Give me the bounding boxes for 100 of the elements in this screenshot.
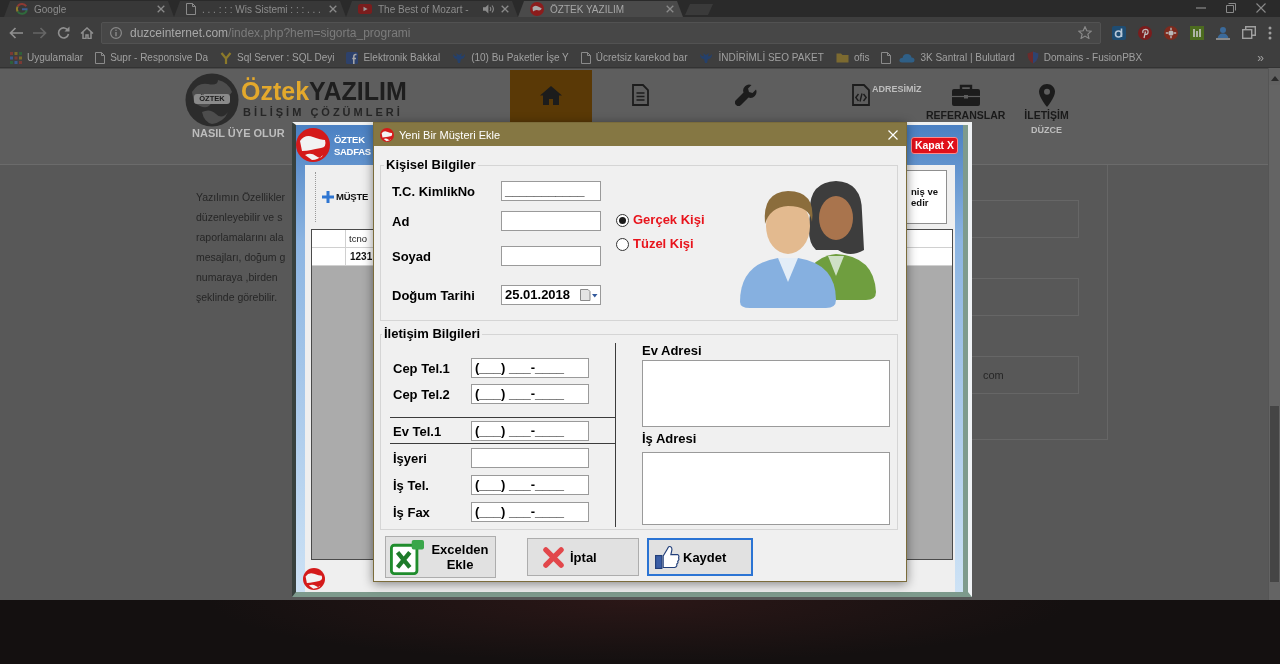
group-title: Kişisel Bilgiler — [385, 158, 477, 172]
bookmark-item[interactable]: Supr - Responsive Da — [95, 49, 208, 66]
page-icon[interactable] — [881, 51, 892, 64]
radio-button[interactable] — [616, 237, 629, 251]
column-header[interactable]: tcno — [346, 230, 367, 247]
menu-icon[interactable] — [1268, 25, 1272, 40]
input-field[interactable]: (___) ___-____ — [471, 421, 589, 441]
plus-icon — [322, 190, 334, 203]
input-field[interactable] — [501, 211, 601, 231]
emblem-icon — [452, 51, 467, 64]
dialog-button[interactable]: Excelden Ekle — [385, 536, 496, 578]
app-title-text: ÖZTEK — [334, 133, 366, 145]
scroll-up-icon[interactable] — [1270, 76, 1279, 81]
person-icon[interactable] — [1216, 25, 1230, 40]
page-icon — [186, 3, 196, 15]
input-field[interactable] — [501, 246, 601, 266]
notice-text: NASIL ÜYE OLUR — [192, 127, 285, 139]
info-icon[interactable] — [110, 26, 122, 39]
app-title-text: SADFAS — [334, 145, 371, 157]
field-label: Ad — [392, 213, 411, 229]
more-bookmarks-button[interactable]: » — [1257, 50, 1264, 65]
bookmark-item[interactable]: Ücretsiz karekod bar — [580, 49, 688, 66]
input-field[interactable]: (___) ___-____ — [471, 502, 589, 522]
field-label: Cep Tel.2 — [392, 386, 451, 402]
close-button[interactable] — [888, 129, 898, 140]
close-icon[interactable] — [329, 5, 337, 13]
wrench-icon — [735, 84, 757, 106]
text-area[interactable] — [642, 452, 890, 525]
code-file-icon — [852, 84, 870, 106]
bookmark-item[interactable]: İNDİRİMLİ SEO PAKET — [699, 49, 824, 66]
field-label: Doğum Tarihi — [392, 287, 476, 303]
field-label: Cep Tel.1 — [392, 360, 451, 376]
excel-icon — [390, 539, 424, 575]
emblem-icon — [699, 51, 714, 64]
add-customer-button[interactable]: MÜŞTE — [322, 190, 369, 203]
input-field[interactable]: ___________ — [501, 181, 601, 201]
field-label: Ev Adresi — [642, 343, 702, 358]
calendar-dropdown-icon[interactable] — [580, 289, 598, 301]
people-icon — [738, 178, 878, 308]
bars-square-icon[interactable] — [1190, 25, 1204, 40]
logo-brand-text: Öztek — [241, 77, 310, 105]
window-icon[interactable] — [1242, 26, 1256, 39]
scrollbar-thumb[interactable] — [1270, 406, 1279, 582]
nav-item[interactable]: REFERANSLAR — [926, 70, 1006, 122]
input-field[interactable] — [471, 448, 589, 468]
field-label: Ev Tel.1 — [392, 423, 443, 439]
forward-icon[interactable] — [33, 26, 47, 39]
group-title: İletişim Bilgileri — [383, 327, 482, 341]
speaker-icon[interactable] — [483, 4, 495, 14]
bookmark-item[interactable]: Elektronik Bakkal — [346, 49, 441, 66]
reload-icon[interactable] — [57, 26, 70, 39]
bookmark-item[interactable]: ofis — [835, 49, 870, 66]
bookmark-item[interactable]: Uygulamalar — [10, 49, 84, 66]
text-area[interactable] — [642, 360, 890, 427]
home-icon[interactable] — [80, 26, 94, 39]
radio-button[interactable] — [616, 213, 629, 227]
input-field[interactable]: (___) ___-____ — [471, 475, 589, 495]
square-logo-icon[interactable] — [1112, 25, 1126, 40]
star-icon[interactable] — [1078, 26, 1092, 39]
field-label: T.C. KimlikNo — [392, 183, 477, 199]
round-badge-icon[interactable] — [1164, 25, 1178, 40]
date-field[interactable]: 25.01.2018 — [501, 285, 601, 305]
close-icon[interactable] — [666, 5, 674, 13]
map-pin-icon — [1038, 83, 1055, 107]
field-label: İş Adresi — [642, 431, 697, 446]
nav-item[interactable]: İLETİŞİM DÜZCE — [1024, 70, 1069, 135]
logo-tagline: BİLİŞİM ÇÖZÜMLERİ — [243, 105, 404, 119]
cloud-icon — [899, 52, 916, 63]
bookmark-item[interactable]: 3K Santral | Bulutlard — [899, 49, 1015, 66]
close-icon[interactable] — [501, 5, 509, 13]
radio-label[interactable]: Gerçek Kişi — [633, 213, 705, 227]
close-icon[interactable] — [1256, 3, 1266, 13]
nav-item[interactable] — [510, 70, 592, 122]
bookmark-item[interactable]: Sql Server : SQL Deyi — [219, 49, 335, 66]
apps-grid-icon — [10, 51, 22, 64]
fork-icon — [219, 51, 232, 64]
play-icon — [358, 4, 372, 14]
note-text: niş ve edir — [911, 185, 938, 208]
browser-tab[interactable]: . . . : : : Wis Sistemi : : : . . . — [174, 1, 346, 17]
back-icon[interactable] — [9, 26, 23, 39]
page-icon — [95, 51, 106, 64]
briefcase-icon — [951, 84, 980, 106]
input-field[interactable]: (___) ___-____ — [471, 384, 589, 404]
radio-label[interactable]: Tüzel Kişi — [633, 237, 694, 251]
table-cell-text: 1231 — [349, 250, 373, 264]
restore-icon[interactable] — [1226, 3, 1236, 13]
dialog-button[interactable]: İptal — [527, 538, 639, 576]
dialog-button[interactable]: Kaydet — [647, 538, 753, 576]
browser-tab[interactable]: Google — [4, 1, 174, 17]
globe-logo-icon — [530, 2, 544, 16]
bookmark-item[interactable]: Domains - FusionPBX — [1026, 49, 1143, 66]
circle-logo-icon[interactable] — [1138, 25, 1152, 40]
close-icon[interactable] — [157, 5, 165, 13]
input-field[interactable]: (___) ___-____ — [471, 358, 589, 378]
browser-tab[interactable]: The Best of Mozart - — [346, 1, 518, 17]
bookmark-item[interactable]: (10) Bu Paketler İşe Y — [452, 49, 569, 66]
browser-tab[interactable]: ÖZTEK YAZILIM — [518, 1, 683, 17]
field-label: İşyeri — [392, 450, 428, 466]
field-label: İş Fax — [392, 504, 431, 520]
close-button[interactable]: Kapat X — [910, 136, 958, 154]
